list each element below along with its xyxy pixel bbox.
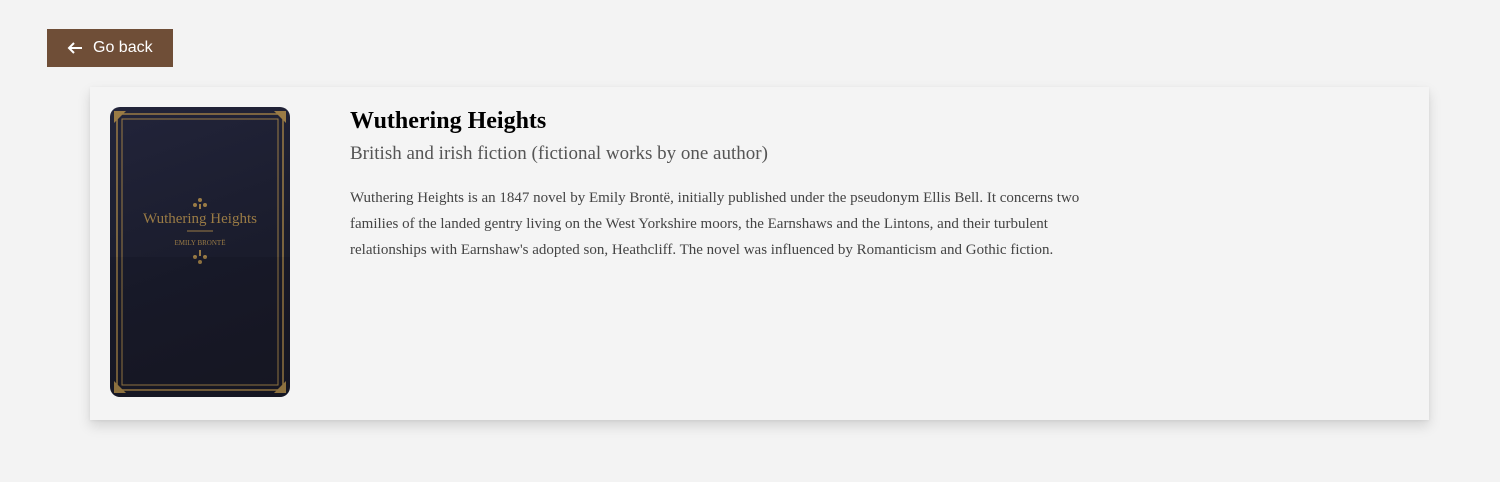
cover-title: Wuthering Heights: [143, 211, 257, 227]
go-back-label: Go back: [93, 39, 153, 56]
book-card: Wuthering Heights EMILY BRONTË Wuthering…: [90, 87, 1429, 420]
go-back-button[interactable]: Go back: [47, 29, 173, 67]
arrow-left-icon: [67, 42, 83, 54]
book-info: Wuthering Heights British and irish fict…: [350, 105, 1110, 263]
book-detail-page: Go back Wuthering Heights EMILY BRONTË W…: [0, 0, 1500, 482]
book-cover-image: Wuthering Heights EMILY BRONTË: [110, 107, 290, 397]
cover-author: EMILY BRONTË: [175, 239, 226, 247]
book-category: British and irish fiction (fictional wor…: [350, 143, 768, 164]
book-title: Wuthering Heights: [350, 108, 547, 134]
book-description: Wuthering Heights is an 1847 novel by Em…: [350, 190, 1080, 258]
